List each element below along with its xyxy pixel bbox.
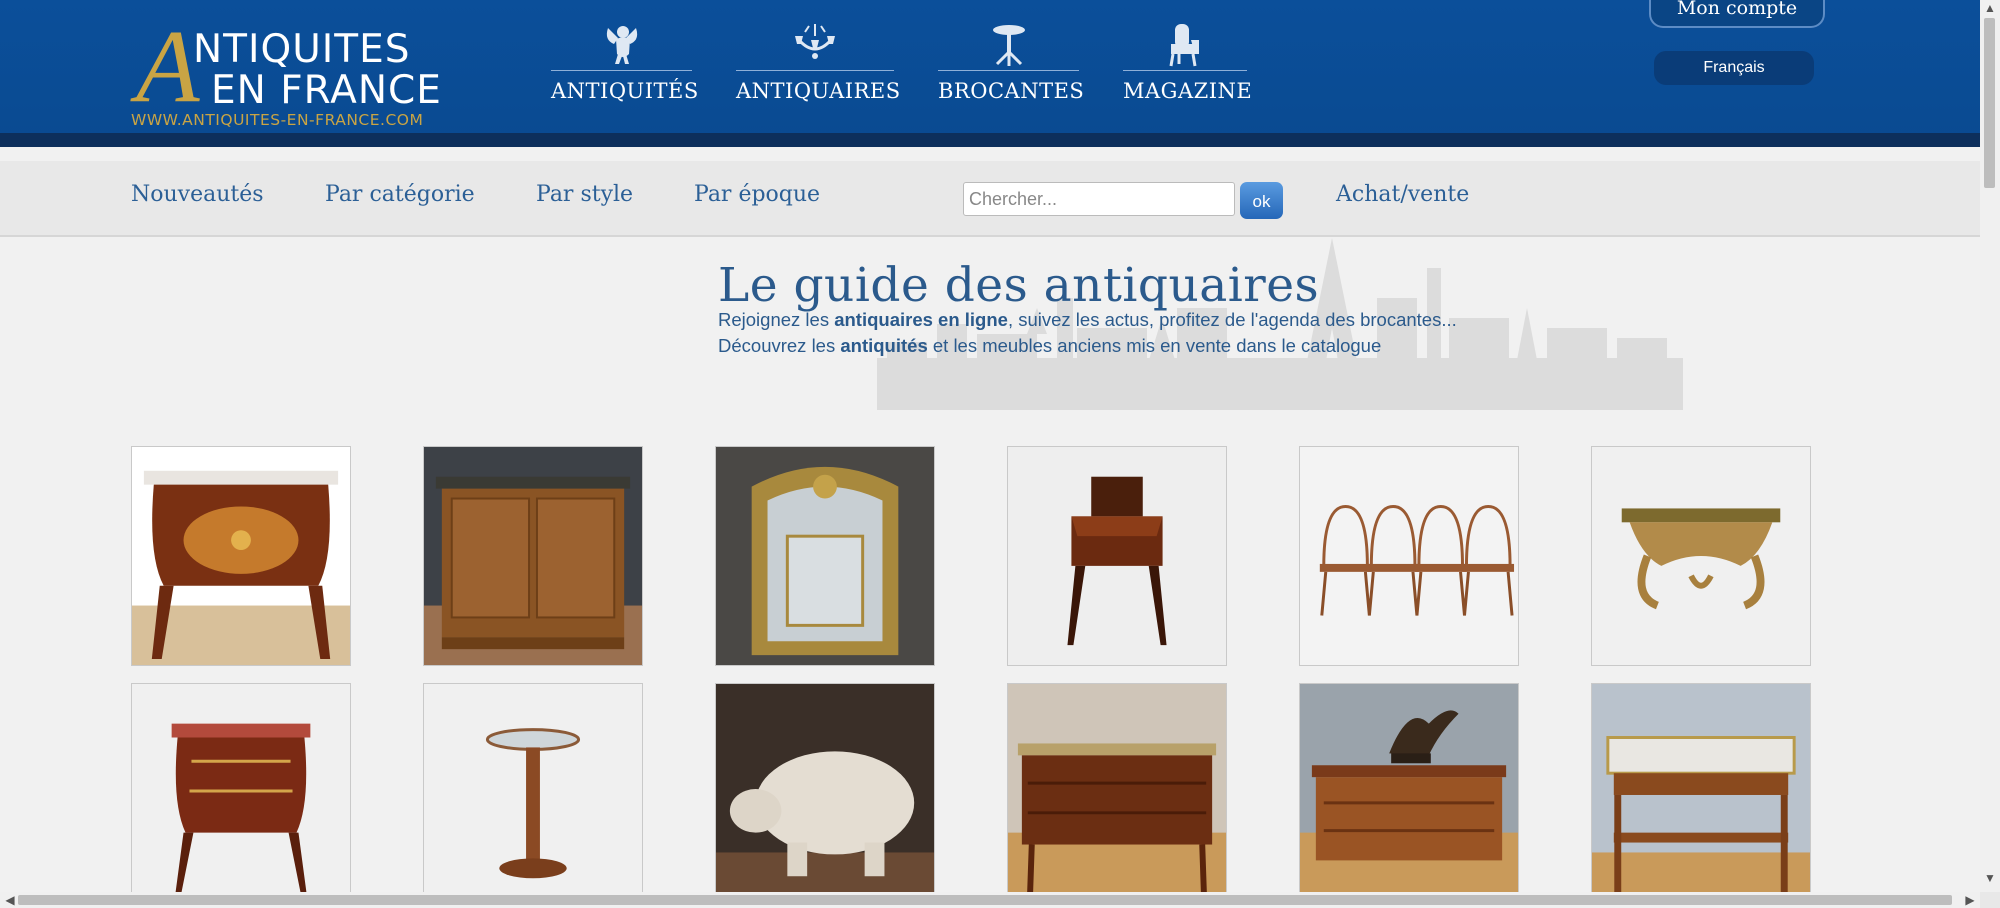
page-title: Le guide des antiquaires [718,258,1320,313]
link-antiquaires-en-ligne[interactable]: antiquaires en ligne [834,309,1008,330]
cherub-icon [606,26,637,64]
product-thumb[interactable] [1007,683,1227,903]
product-thumb[interactable] [131,683,351,903]
provincial-buffet-image [424,447,642,665]
main-nav-label: ANTIQUITÉS [551,79,699,103]
mahogany-chest-gallery-image [1008,684,1226,902]
product-thumb[interactable] [423,446,643,666]
main-nav-label: ANTIQUAIRES [736,79,901,103]
main-nav-magazine[interactable]: MAGAZINE [1123,22,1253,103]
product-thumb[interactable] [1591,446,1811,666]
scroll-left-arrow-icon[interactable]: ◀ [0,892,20,908]
product-thumb[interactable] [1007,446,1227,666]
chest-with-bronze-statue-image [1300,684,1518,902]
ceramic-pig-image [716,684,934,902]
writing-desk-image [1008,447,1226,665]
chandelier-icon [795,24,835,59]
armchair-icon [1169,24,1199,67]
subnav-par-style[interactable]: Par style [536,182,633,207]
subnav-par-categorie[interactable]: Par catégorie [325,182,475,207]
subnav-nouveautes[interactable]: Nouveautés [131,182,264,207]
main-nav-label: BROCANTES [938,79,1085,103]
product-thumb[interactable] [131,446,351,666]
scroll-right-arrow-icon[interactable]: ▶ [1960,892,1980,908]
product-thumb[interactable] [715,446,935,666]
search-submit-button[interactable]: ok [1240,182,1283,219]
scrollbar-corner [1980,892,2000,908]
commode-louis-xv-marquetry-image [132,447,350,665]
main-nav-antiquites[interactable]: ANTIQUITÉS [551,22,699,103]
intro-line-1: Rejoignez les antiquaires en ligne, suiv… [718,309,1457,330]
scroll-down-arrow-icon[interactable]: ▼ [1980,870,2000,886]
secondary-nav: Nouveautés Par catégorie Par style Par é… [0,161,1980,237]
subnav-par-epoque[interactable]: Par époque [694,182,820,207]
product-thumb[interactable] [423,683,643,903]
main-nav-label: MAGAZINE [1123,79,1253,103]
windsor-chairs-image [1300,447,1518,665]
vertical-scrollbar-thumb[interactable] [1984,18,1995,188]
horizontal-scrollbar[interactable]: ◀ ▶ [0,892,1980,908]
vertical-scrollbar[interactable]: ▲ ▼ [1980,0,2000,892]
logo-url: WWW.ANTIQUITES-EN-FRANCE.COM [131,111,424,129]
product-thumb[interactable] [1591,683,1811,903]
account-tab[interactable]: Mon compte [1649,0,1825,28]
product-thumb[interactable] [1299,446,1519,666]
intro-line-2: Découvrez les antiquités et les meubles … [718,335,1382,356]
main-nav-antiquaires[interactable]: ANTIQUAIRES [736,22,901,103]
product-thumb[interactable] [715,683,935,903]
logo-line-1: NTIQUITES [193,27,411,72]
link-antiquites[interactable]: antiquités [840,335,927,356]
search-input[interactable] [963,182,1235,216]
site-logo[interactable]: A NTIQUITES EN FRANCE WWW.ANTIQUITES-EN-… [131,15,443,135]
commode-rouge-marble-image [132,684,350,902]
subnav-achat-vente[interactable]: Achat/vente [1336,182,1469,207]
pedestal-table-icon [992,25,1025,66]
horizontal-scrollbar-thumb[interactable] [18,895,1952,905]
main-nav-brocantes[interactable]: BROCANTES [938,22,1085,103]
logo-initial: A [136,9,200,124]
pedestal-gueridon-image [424,684,642,902]
logo-line-2: EN FRANCE [211,68,442,113]
marble-top-side-table-image [1592,684,1810,902]
product-thumb[interactable] [1299,683,1519,903]
site-header: A NTIQUITES EN FRANCE WWW.ANTIQUITES-EN-… [0,0,1980,147]
scroll-up-arrow-icon[interactable]: ▲ [1980,0,2000,16]
gilded-console-image [1592,447,1810,665]
language-selector[interactable]: Français [1654,51,1814,85]
gilded-mirror-image [716,447,934,665]
